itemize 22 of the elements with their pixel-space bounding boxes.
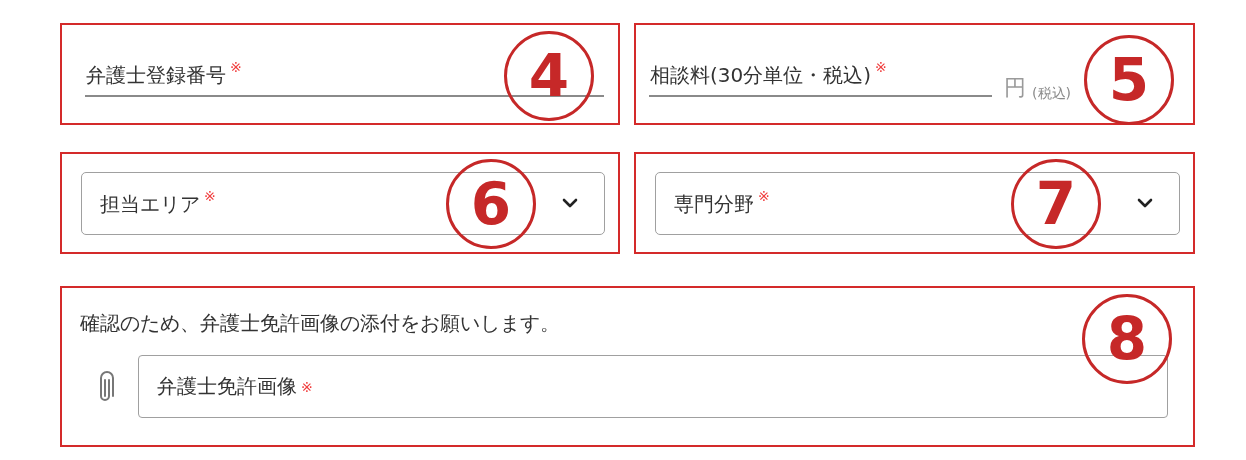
callout-number: 7 [1011, 159, 1101, 249]
callout-number: 5 [1084, 35, 1174, 125]
field-label: 弁護士免許画像 [157, 373, 297, 400]
field-label: 担当エリア [100, 192, 200, 216]
chevron-down-icon [562, 198, 578, 208]
tax-note: (税込) [1032, 85, 1071, 103]
chevron-down-icon [1137, 198, 1153, 208]
required-mark: ※ [875, 59, 887, 75]
field-label: 弁護士登録番号 [86, 63, 226, 87]
instruction-text: 確認のため、弁護士免許画像の添付をお願いします。 [80, 310, 561, 337]
input-field[interactable]: 相談料(30分単位・税込) $^{※}$ [649, 59, 993, 97]
required-mark: ※ [204, 188, 216, 204]
callout-number: 8 [1082, 294, 1172, 384]
callout-number: 6 [446, 159, 536, 249]
field-label: 相談料(30分単位・税込) [650, 63, 872, 87]
required-mark: ※ [758, 188, 770, 204]
required-mark: ※ [301, 378, 313, 395]
paperclip-icon [98, 369, 116, 404]
callout-number: 4 [504, 31, 594, 121]
unit-label: 円 [1004, 74, 1027, 102]
required-mark: ※ [230, 59, 242, 75]
field-label: 専門分野 [674, 192, 754, 216]
